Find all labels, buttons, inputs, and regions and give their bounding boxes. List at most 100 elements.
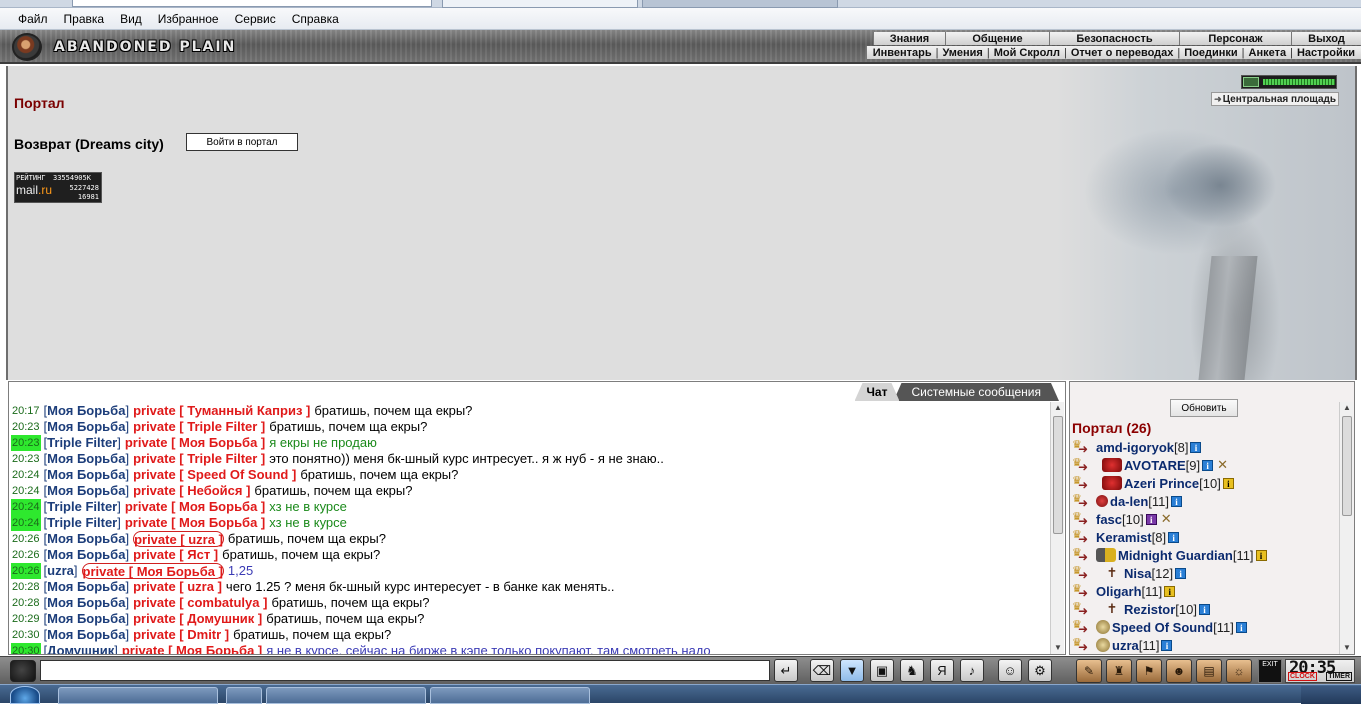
private-recipient[interactable]: private [ Моя Борьба ] xyxy=(81,563,224,579)
browser-tab-active[interactable] xyxy=(442,0,638,8)
player-name[interactable]: uzra xyxy=(1112,638,1139,653)
private-recipient[interactable]: private [ uzra ] xyxy=(133,579,222,595)
message-author[interactable]: Моя Борьба xyxy=(47,451,125,467)
message-author[interactable]: Моя Борьба xyxy=(47,611,125,627)
clan-emblem-icon[interactable] xyxy=(1102,476,1122,490)
private-recipient[interactable]: private [ Speed Of Sound ] xyxy=(133,467,296,483)
nav-exit[interactable]: Выход xyxy=(1291,32,1361,45)
private-message-icon[interactable]: ♛ ➜ xyxy=(1072,584,1094,600)
translit-icon[interactable]: Я xyxy=(930,659,954,682)
private-recipient[interactable]: private [ Яст ] xyxy=(133,547,218,563)
player-name[interactable]: Oligarh xyxy=(1096,584,1142,599)
subnav-profile[interactable]: Анкета xyxy=(1249,47,1287,59)
taskbar-item[interactable] xyxy=(266,687,426,704)
message-author[interactable]: Моя Борьба xyxy=(47,595,125,611)
sound-icon[interactable]: ♪ xyxy=(960,659,984,682)
clan-emblem-icon[interactable]: ✝ xyxy=(1102,566,1122,580)
player-name[interactable]: Keramist xyxy=(1096,530,1152,545)
private-message-icon[interactable]: ♛ ➜ xyxy=(1072,476,1094,492)
clan-emblem-icon[interactable] xyxy=(1096,495,1108,507)
player-name[interactable]: Speed Of Sound xyxy=(1112,620,1213,635)
message-author[interactable]: Моя Борьба xyxy=(47,419,125,435)
player-name[interactable]: Midnight Guardian xyxy=(1118,548,1233,563)
player-name[interactable]: Nisa xyxy=(1124,566,1151,581)
tab-system-messages[interactable]: Системные сообщения xyxy=(893,383,1059,401)
message-author[interactable]: uzra xyxy=(47,563,74,579)
player-name[interactable]: Azeri Prince xyxy=(1124,476,1199,491)
players-scrollbar[interactable]: ▲ ▼ xyxy=(1339,402,1353,654)
player-info-icon[interactable]: i xyxy=(1171,495,1183,507)
browser-tab[interactable] xyxy=(642,0,838,8)
message-author[interactable]: Моя Борьба xyxy=(47,483,125,499)
private-recipient[interactable]: private [ Домушник ] xyxy=(133,611,262,627)
message-author[interactable]: Моя Борьба xyxy=(47,627,125,643)
private-message-icon[interactable]: ♛ ➜ xyxy=(1072,458,1094,474)
private-message-icon[interactable]: ♛ ➜ xyxy=(1072,530,1094,546)
player-info-icon[interactable]: i xyxy=(1168,531,1180,543)
private-recipient[interactable]: private [ Небойся ] xyxy=(133,483,250,499)
location-link[interactable]: ➜ Центральная площадь xyxy=(1211,92,1339,106)
nav-security[interactable]: Безопасность xyxy=(1049,32,1179,45)
private-recipient[interactable]: private [ combatulya ] xyxy=(133,595,267,611)
enter-portal-button[interactable]: Войти в портал xyxy=(186,133,298,151)
private-message-icon[interactable]: ♛ ➜ xyxy=(1072,620,1094,636)
scroll-down-icon[interactable]: ▼ xyxy=(1051,642,1065,654)
menu-help[interactable]: Справка xyxy=(284,12,347,26)
player-info-icon[interactable]: i xyxy=(1198,603,1210,615)
player-name[interactable]: amd-igoryok xyxy=(1096,440,1174,455)
refresh-button[interactable]: Обновить xyxy=(1170,399,1238,417)
private-recipient[interactable]: private [ Triple Filter ] xyxy=(133,419,265,435)
chat-settings-icon[interactable]: ⚙ xyxy=(1028,659,1052,682)
player-info-icon[interactable]: i xyxy=(1161,639,1173,651)
clan-emblem-icon[interactable] xyxy=(1096,548,1116,562)
address-bar[interactable] xyxy=(72,0,432,7)
private-message-icon[interactable]: ♛ ➜ xyxy=(1072,638,1094,654)
private-message-icon[interactable]: ♛ ➜ xyxy=(1072,602,1094,618)
clan-emblem-icon[interactable] xyxy=(1102,458,1122,472)
menu-edit[interactable]: Правка xyxy=(56,12,113,26)
chat-input[interactable] xyxy=(40,660,770,681)
subnav-duels[interactable]: Поединки xyxy=(1184,47,1237,59)
private-message-icon[interactable]: ♛ ➜ xyxy=(1072,494,1094,510)
player-name[interactable]: fasc xyxy=(1096,512,1122,527)
menu-view[interactable]: Вид xyxy=(112,12,150,26)
nav-knowledge[interactable]: Знания xyxy=(873,32,945,45)
taskbar-item[interactable] xyxy=(58,687,218,704)
friends-icon[interactable]: ☼ xyxy=(1226,659,1252,683)
timer-label[interactable]: TIMER xyxy=(1326,672,1352,681)
scroll-up-icon[interactable]: ▲ xyxy=(1051,402,1065,414)
taskbar-item[interactable] xyxy=(430,687,590,704)
chat-scrollbar[interactable]: ▲ ▼ xyxy=(1050,402,1064,654)
subnav-settings[interactable]: Настройки xyxy=(1297,47,1355,59)
private-message-icon[interactable]: ♛ ➜ xyxy=(1072,566,1094,582)
subnav-my-scroll[interactable]: Мой Скролл xyxy=(994,47,1060,59)
quest-icon[interactable]: ✎ xyxy=(1076,659,1102,683)
private-recipient[interactable]: private [ Моя Борьба ] xyxy=(125,515,265,531)
player-info-icon[interactable]: i xyxy=(1202,459,1214,471)
menu-favorites[interactable]: Избранное xyxy=(150,12,227,26)
private-message-icon[interactable]: ♛ ➜ xyxy=(1072,548,1094,564)
tab-chat[interactable]: Чат xyxy=(855,383,900,401)
message-author[interactable]: Моя Борьба xyxy=(47,531,125,547)
player-info-icon[interactable]: i xyxy=(1222,477,1234,489)
rating-counter[interactable]: РЕЙТИНГ 33554905K mail.ru 5227428 16981 xyxy=(14,172,102,203)
menu-file[interactable]: Файл xyxy=(10,12,56,26)
exit-button[interactable]: EXIT xyxy=(1258,659,1282,683)
send-enter-icon[interactable]: ↵ xyxy=(774,659,798,682)
message-author[interactable]: Моя Борьба xyxy=(47,547,125,563)
private-message-icon[interactable]: ♛ ➜ xyxy=(1072,512,1094,528)
player-info-icon[interactable]: i xyxy=(1164,585,1176,597)
private-recipient[interactable]: private [ Моя Борьба ] xyxy=(122,643,262,654)
message-author[interactable]: Triple Filter xyxy=(47,499,117,515)
book-icon[interactable]: ▤ xyxy=(1196,659,1222,683)
filter-icon[interactable]: ▼ xyxy=(840,659,864,682)
private-recipient[interactable]: private [ Моя Борьба ] xyxy=(125,499,265,515)
message-author[interactable]: Моя Борьба xyxy=(47,467,125,483)
private-recipient[interactable]: private [ Triple Filter ] xyxy=(133,451,265,467)
clan-emblem-icon[interactable] xyxy=(1096,638,1110,652)
message-author[interactable]: Triple Filter xyxy=(47,515,117,531)
private-recipient[interactable]: private [ Туманный Каприз ] xyxy=(133,403,310,419)
player-info-icon[interactable]: i xyxy=(1145,513,1157,525)
private-recipient[interactable]: private [ Dmitr ] xyxy=(133,627,229,643)
mask-icon[interactable]: ☻ xyxy=(1166,659,1192,683)
